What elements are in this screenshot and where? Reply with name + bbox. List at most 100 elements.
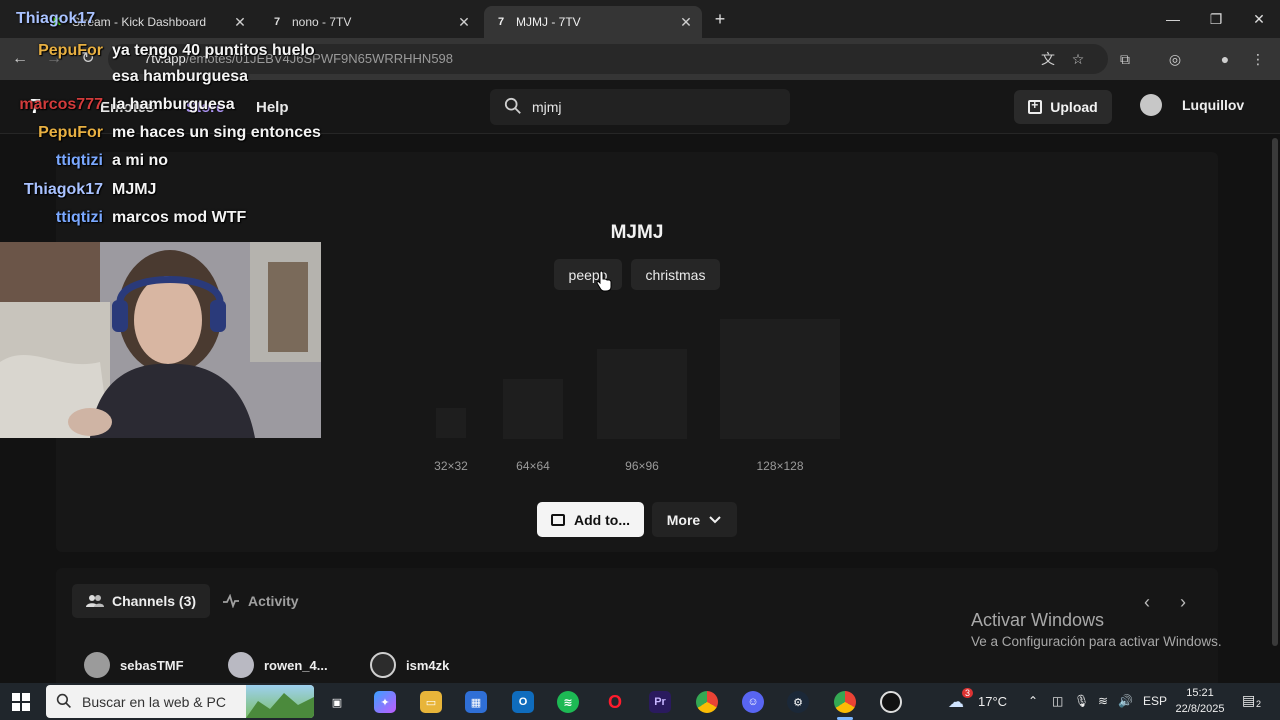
notification-count: 2: [1256, 699, 1262, 709]
chat-text: a mi no: [112, 152, 169, 169]
upload-button[interactable]: Upload: [1014, 90, 1112, 124]
notification-icon[interactable]: ▤: [1242, 692, 1255, 709]
channel-name: rowen_4...: [264, 657, 328, 673]
chat-username: PepuFor: [38, 42, 103, 59]
size-label-128: 128×128: [756, 459, 804, 473]
tab-title: MJMJ - 7TV: [516, 15, 581, 29]
tab-channels-label: Channels (3): [112, 593, 197, 609]
user-menu[interactable]: Luquillov: [1140, 94, 1244, 116]
outlook-icon[interactable]: O: [512, 691, 534, 713]
weather-temp[interactable]: 17°C: [978, 694, 1007, 709]
restore-button[interactable]: ❐: [1205, 8, 1227, 30]
meet-icon[interactable]: ◫: [1052, 694, 1063, 708]
tab-channels[interactable]: Channels (3): [72, 584, 211, 618]
bookmark-star-icon[interactable]: ☆: [1068, 49, 1088, 69]
close-window-button[interactable]: ✕: [1248, 8, 1270, 30]
more-label: More: [666, 511, 701, 528]
avatar: [370, 652, 396, 678]
search-input[interactable]: [532, 98, 772, 116]
chat-message: PepuFor ya tengo 40 puntitos huelo: [0, 42, 340, 62]
emote-preview-64: [503, 379, 563, 439]
add-to-label: Add to...: [574, 511, 630, 528]
tab-nono-7tv[interactable]: 7 nono - 7TV ✕: [260, 6, 480, 38]
discord-icon[interactable]: ☺: [742, 691, 764, 713]
extensions-icon[interactable]: ⧉: [1115, 49, 1135, 69]
translate-icon[interactable]: 文: [1038, 49, 1058, 69]
chat-message: esa hamburguesa: [0, 68, 340, 88]
chrome-icon[interactable]: [696, 691, 718, 713]
chat-text: ya tengo 40 puntitos huelo: [112, 42, 315, 59]
volume-icon[interactable]: 🔊: [1118, 694, 1133, 708]
profile-icon[interactable]: ●: [1215, 49, 1235, 69]
taskbar-search[interactable]: Buscar en la web & PC: [46, 685, 314, 718]
chat-text: MJMJ: [112, 181, 157, 198]
upload-label: Upload: [1050, 99, 1098, 115]
media-icon[interactable]: ◎: [1165, 49, 1185, 69]
task-view-icon[interactable]: ▣: [326, 691, 348, 713]
channel-item[interactable]: sebasTMF: [84, 652, 184, 678]
close-icon[interactable]: ✕: [678, 14, 694, 30]
activity-icon: [223, 594, 239, 608]
username: Luquillov: [1182, 97, 1245, 113]
tag-christmas[interactable]: christmas: [631, 259, 720, 290]
hand-cursor-icon: [596, 270, 612, 292]
windows-start-icon[interactable]: [12, 693, 30, 711]
tab-mjmj-7tv[interactable]: 7 MJMJ - 7TV ✕: [484, 6, 702, 38]
new-tab-button[interactable]: +: [710, 9, 730, 29]
chrome-active-icon[interactable]: [834, 691, 856, 720]
add-to-button[interactable]: Add to...: [537, 502, 644, 537]
tab-title: nono - 7TV: [292, 15, 352, 29]
search-icon: [504, 97, 521, 114]
search-box[interactable]: [490, 89, 790, 125]
channel-item[interactable]: rowen_4...: [228, 652, 328, 678]
chat-username: ttiqtizi: [55, 209, 103, 226]
microphone-icon[interactable]: 🎙: [1074, 694, 1089, 708]
7tv-icon: 7: [497, 16, 505, 28]
wifi-icon[interactable]: ≋: [1098, 694, 1108, 708]
size-label-96: 96×96: [625, 459, 659, 473]
weather-badge: 3: [962, 688, 974, 698]
chevron-down-icon: [709, 515, 721, 523]
emote-preview-32: [436, 408, 466, 438]
store-icon[interactable]: ▦: [465, 691, 487, 713]
more-button[interactable]: More: [652, 502, 737, 537]
menu-dots-icon[interactable]: ⋮: [1248, 49, 1268, 69]
stream-chat-overlay: Thiagok17 PepuFor ya tengo 40 puntitos h…: [0, 10, 340, 238]
chat-username: marcos777: [19, 96, 103, 113]
chevron-up-icon[interactable]: ⌃: [1028, 694, 1038, 708]
copilot-icon[interactable]: ✦: [374, 691, 396, 713]
premiere-icon[interactable]: Pr: [649, 691, 671, 713]
chat-message: ttiqtizi a mi no: [0, 152, 340, 172]
chat-message: PepuFor me haces un sing entonces: [0, 124, 340, 144]
channel-item[interactable]: ism4zk: [370, 652, 449, 678]
webcam-feed: [0, 242, 321, 438]
chat-text: la hamburguesa: [112, 96, 235, 113]
size-label-32: 32×32: [434, 459, 468, 473]
windows-taskbar: Buscar en la web & PC ▣ ✦ ▭ ▦ O ≋ O Pr ☺…: [0, 683, 1280, 720]
screen: K Stream - Kick Dashboard ✕ 7 nono - 7TV…: [0, 0, 1280, 720]
emote-preview-128: [720, 319, 840, 439]
steam-icon[interactable]: ⚙: [787, 691, 809, 713]
upload-icon: [1028, 98, 1043, 114]
obs-icon[interactable]: [880, 691, 902, 713]
clock-time: 15:21: [1186, 687, 1214, 699]
avatar: [84, 652, 110, 678]
tab-activity[interactable]: Activity: [208, 584, 313, 618]
chat-text: me haces un sing entonces: [112, 124, 321, 141]
tab-activity-label: Activity: [248, 593, 299, 609]
chat-text: esa hamburguesa: [112, 68, 249, 85]
close-icon[interactable]: ✕: [232, 14, 248, 30]
search-icon: [56, 693, 71, 708]
language-indicator[interactable]: ESP: [1143, 694, 1167, 708]
file-explorer-icon[interactable]: ▭: [420, 691, 442, 713]
search-highlight-image: [246, 685, 314, 718]
opera-icon[interactable]: O: [604, 691, 626, 713]
watermark-line1: Activar Windows: [971, 610, 1105, 630]
page-scrollbar[interactable]: [1272, 138, 1278, 646]
minimize-button[interactable]: —: [1162, 8, 1184, 30]
clock[interactable]: 15:21 22/8/2025: [1172, 685, 1228, 717]
close-icon[interactable]: ✕: [456, 14, 472, 30]
chat-message: marcos777 la hamburguesa: [0, 96, 340, 116]
size-label-64: 64×64: [516, 459, 550, 473]
spotify-icon[interactable]: ≋: [557, 691, 579, 713]
